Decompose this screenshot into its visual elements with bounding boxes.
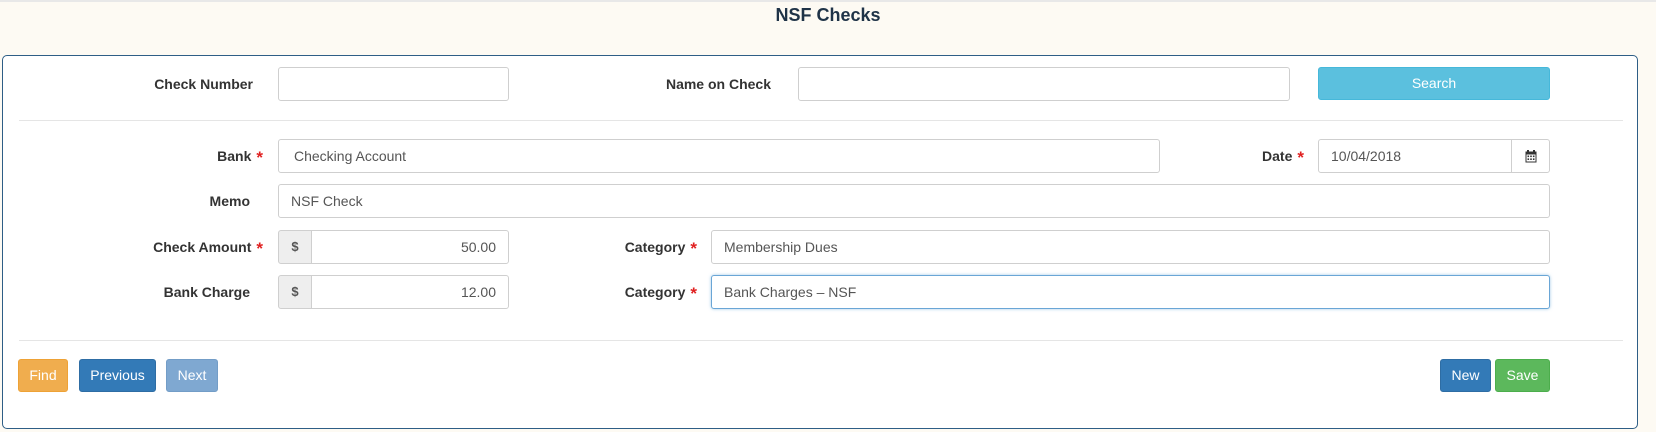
required-marker: * [690,239,697,258]
top-border [0,0,1656,2]
currency-addon: $ [278,230,312,264]
required-marker: * [256,148,263,167]
required-marker: * [256,239,263,258]
required-marker: * [690,284,697,303]
next-button[interactable]: Next [166,359,218,392]
nsf-check-panel: Check Number Name on Check Search Bank * … [2,55,1638,429]
category-label: Category * [563,237,697,258]
previous-button[interactable]: Previous [79,359,156,392]
check-number-input[interactable] [278,67,509,101]
category-select[interactable] [711,230,1550,264]
memo-label: Memo [209,193,250,209]
date-picker-button[interactable] [1511,139,1550,173]
calendar-icon [1525,149,1536,162]
divider [19,120,1623,121]
find-button[interactable]: Find [18,359,68,392]
category-label: Category * [563,282,697,303]
bank-label: Bank * [123,146,263,167]
category-label-text: Category [624,284,686,300]
category-label-text: Category [624,239,686,255]
name-on-check-label: Name on Check [665,76,771,92]
check-number-label: Check Number [154,76,253,92]
check-amount-input[interactable] [311,230,509,264]
date-label: Date * [1183,146,1304,167]
bank-charge-label: Bank Charge [163,284,250,300]
divider [19,340,1623,341]
bank-charge-category-select[interactable] [711,275,1550,309]
new-button[interactable]: New [1440,359,1491,392]
memo-input[interactable] [278,184,1550,218]
required-marker: * [1297,148,1304,167]
bank-charge-input[interactable] [311,275,509,309]
bank-select[interactable] [278,139,1160,173]
save-button[interactable]: Save [1495,359,1550,392]
check-amount-label-text: Check Amount [153,239,252,255]
page-title: NSF Checks [775,5,881,25]
date-label-text: Date [1262,148,1293,164]
check-amount-label: Check Amount * [103,237,263,258]
bank-label-text: Bank [217,148,252,164]
currency-addon: $ [278,275,312,309]
name-on-check-input[interactable] [798,67,1290,101]
date-input[interactable] [1318,139,1512,173]
search-button[interactable]: Search [1318,67,1550,100]
